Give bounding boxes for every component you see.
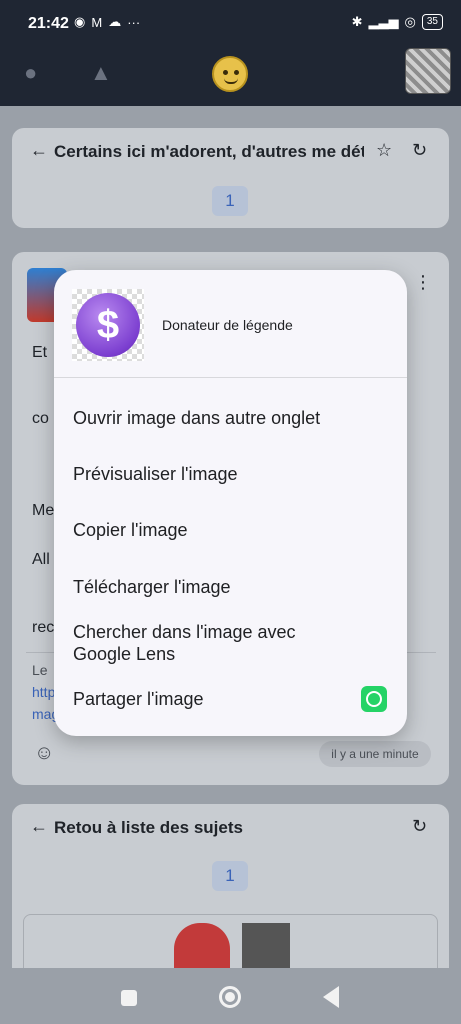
page-number[interactable]: 1 [212, 861, 248, 891]
profile-avatar[interactable] [405, 48, 451, 94]
refresh-icon[interactable]: ↻ [412, 816, 427, 837]
battery-icon: 35 [421, 14, 443, 30]
post-text: All [32, 551, 50, 568]
refresh-icon[interactable]: ↻ [412, 140, 427, 161]
more-options-icon[interactable]: ⋮ [414, 272, 432, 293]
image-thumbnail: $ [72, 289, 144, 361]
whatsapp-icon[interactable] [361, 686, 387, 712]
back-arrow-icon[interactable]: ← [30, 816, 48, 837]
home-button[interactable] [219, 986, 241, 1008]
add-reaction-icon[interactable]: ☺ [34, 742, 54, 765]
post-link[interactable]: http [32, 684, 55, 700]
menu-preview-image[interactable]: Prévisualiser l'image [73, 463, 238, 485]
status-time: 21:42 [28, 15, 69, 32]
lightbulb-icon[interactable]: ● [24, 60, 37, 86]
post-footer-text: Le [32, 662, 48, 678]
menu-open-in-new-tab[interactable]: Ouvrir image dans autre onglet [73, 407, 320, 429]
cloud-icon: ☁ [108, 14, 122, 29]
system-nav-bar [0, 968, 461, 1024]
recents-button[interactable] [121, 990, 137, 1006]
signal-icon: ▂▃▅ [368, 14, 399, 29]
dollar-gem-icon: $ [76, 293, 140, 357]
image-context-menu: $ Donateur de légende Ouvrir image dans … [54, 270, 407, 736]
post-text: rec [32, 619, 55, 636]
post-text: Me [32, 502, 55, 519]
star-icon[interactable]: ☆ [376, 140, 392, 161]
status-bar: 21:42 ◉ M ☁ ··· ✱ ▂▃▅ ◎ 35 [0, 0, 461, 48]
facebook-icon: ◉ [74, 14, 86, 29]
menu-google-lens[interactable]: Chercher dans l'image avec Google Lens [73, 621, 333, 665]
back-button[interactable] [323, 986, 339, 1008]
gmail-icon: M [91, 14, 103, 30]
post-text: Et [32, 344, 48, 361]
context-menu-header: $ Donateur de légende [54, 270, 407, 378]
bell-icon[interactable]: ▲ [90, 60, 112, 86]
menu-share-image[interactable]: Partager l'image [73, 688, 204, 710]
wifi-icon: ◎ [404, 14, 416, 29]
menu-copy-image[interactable]: Copier l'image [73, 519, 188, 541]
back-arrow-icon[interactable]: ← [30, 140, 48, 161]
bluetooth-icon: ✱ [351, 14, 363, 29]
page-number[interactable]: 1 [212, 186, 248, 216]
topic-card: ← Certains ici m'adorent, d'autres me dé… [12, 128, 449, 228]
topic-list-card: ← Retou à liste des sujets ↻ 1 [12, 804, 449, 984]
post-timestamp: il y a une minute [319, 741, 431, 767]
menu-download-image[interactable]: Télécharger l'image [73, 576, 231, 598]
image-caption: Donateur de légende [162, 317, 293, 333]
app-header: ● ▲ [0, 48, 461, 106]
post-text: co [32, 410, 49, 427]
back-to-list-title[interactable]: Retou à liste des sujets [54, 818, 243, 838]
emoji-face-icon[interactable] [212, 56, 248, 92]
more-dots-icon: ··· [127, 14, 141, 30]
topic-title: Certains ici m'adorent, d'autres me dét [54, 142, 364, 161]
